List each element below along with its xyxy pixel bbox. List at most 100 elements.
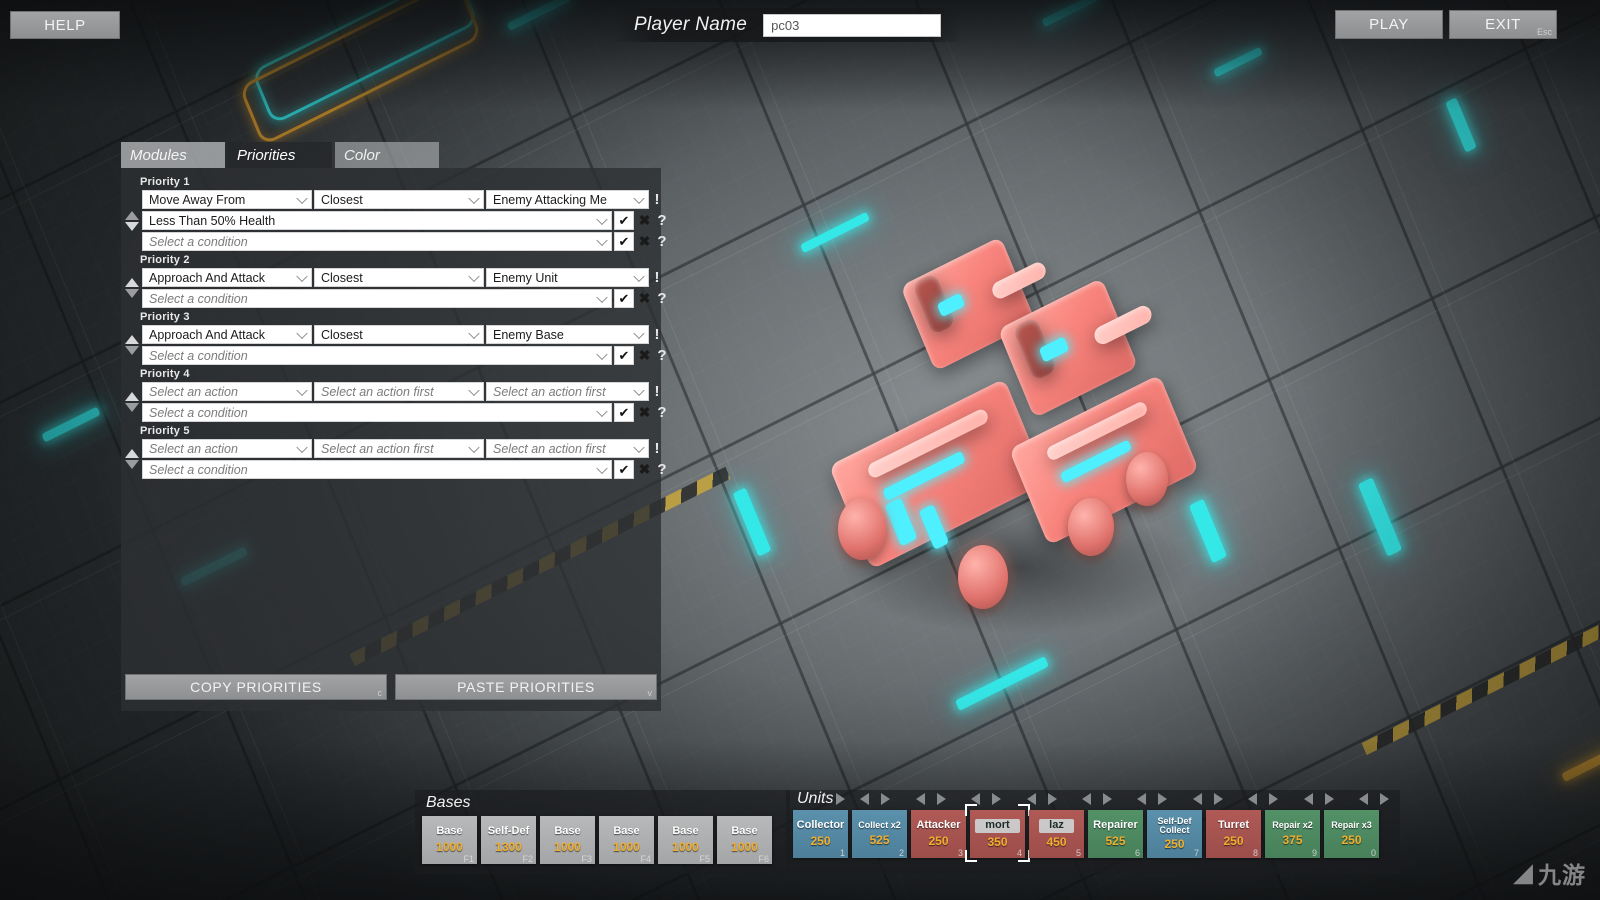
priority-3-condition-1-remove-icon[interactable]: ✖ [636,347,653,364]
tab-color[interactable]: Color [335,142,439,168]
priority-4-warning-icon[interactable]: ! [651,383,663,400]
priority-5-action-select[interactable]: Select an action [142,439,312,458]
unit-4-prev-icon[interactable] [1027,793,1036,805]
unit-5-prev-icon[interactable] [1082,793,1091,805]
priority-1-warning-icon[interactable]: ! [651,191,663,208]
priority-1-condition-2-help-icon[interactable]: ? [655,233,669,250]
priority-5-targetmod-select[interactable]: Select an action first [314,439,484,458]
move-down-icon[interactable] [125,403,139,412]
priority-5-condition-1-help-icon[interactable]: ? [655,461,669,478]
priority-3-condition-1-select[interactable]: Select a condition [142,346,612,365]
move-up-icon[interactable] [125,449,139,458]
priority-2-warning-icon[interactable]: ! [651,269,663,286]
priority-3-target-select[interactable]: Enemy Base [486,325,649,344]
priority-4-condition-1-remove-icon[interactable]: ✖ [636,404,653,421]
play-button[interactable]: PLAY [1335,10,1443,39]
priority-5-target-select[interactable]: Select an action first [486,439,649,458]
priority-2-target-select[interactable]: Enemy Unit [486,268,649,287]
priority-1-condition-1-check-icon[interactable]: ✔ [614,211,634,230]
priority-3-condition-1-help-icon[interactable]: ? [655,347,669,364]
paste-priorities-button[interactable]: PASTE PRIORITIES v [395,674,657,700]
unit-2-next-icon[interactable] [937,793,946,805]
unit-2-prev-icon[interactable] [916,793,925,805]
unit-card-7[interactable]: Self-Def Collect 250 7 [1147,810,1202,858]
priority-3-warning-icon[interactable]: ! [651,326,663,343]
move-down-icon[interactable] [125,222,139,231]
unit-card-8[interactable]: Turret 250 8 [1206,810,1261,858]
priority-2-condition-1-remove-icon[interactable]: ✖ [636,290,653,307]
priority-4-target-select[interactable]: Select an action first [486,382,649,401]
priority-1-condition-1-help-icon[interactable]: ? [655,212,669,229]
player-name-input[interactable] [763,14,941,37]
unit-1-prev-icon[interactable] [860,793,869,805]
move-down-icon[interactable] [125,460,139,469]
priority-1-condition-2-check-icon[interactable]: ✔ [614,232,634,251]
base-card-4[interactable]: Base 1000 F4 [599,816,654,864]
unit-card-10[interactable]: Repair x3 250 0 [1324,810,1379,858]
base-card-6[interactable]: Base 1000 F6 [717,816,772,864]
move-up-icon[interactable] [125,211,139,220]
unit-4-next-icon[interactable] [1048,793,1057,805]
unit-10-next-icon[interactable] [1380,793,1389,805]
priority-4-targetmod-select[interactable]: Select an action first [314,382,484,401]
base-card-5[interactable]: Base 1000 F5 [658,816,713,864]
unit-card-2[interactable]: Collect x2 525 2 [852,810,907,858]
move-down-icon[interactable] [125,346,139,355]
unit-card-9[interactable]: Repair x2 375 9 [1265,810,1320,858]
priority-4-condition-1-check-icon[interactable]: ✔ [614,403,634,422]
unit-card-1[interactable]: Collector 250 1 [793,810,848,858]
priority-1-condition-1-remove-icon[interactable]: ✖ [636,212,653,229]
priority-1-condition-1-select[interactable]: Less Than 50% Health [142,211,612,230]
unit-card-5[interactable]: laz 450 5 [1029,810,1084,858]
unit-8-prev-icon[interactable] [1248,793,1257,805]
unit-7-next-icon[interactable] [1214,793,1223,805]
unit-3-next-icon[interactable] [992,793,1001,805]
unit-10-prev-icon[interactable] [1359,793,1368,805]
copy-priorities-button[interactable]: COPY PRIORITIES c [125,674,387,700]
base-card-1[interactable]: Base 1000 F1 [422,816,477,864]
exit-button[interactable]: EXIT Esc [1449,10,1557,39]
priority-1-condition-2-select[interactable]: Select a condition [142,232,612,251]
unit-9-next-icon[interactable] [1325,793,1334,805]
help-button[interactable]: HELP [10,11,120,39]
move-up-icon[interactable] [125,278,139,287]
unit-5-next-icon[interactable] [1103,793,1112,805]
unit-card-4[interactable]: mort 350 4 [970,810,1025,858]
priority-3-targetmod-select[interactable]: Closest [314,325,484,344]
priority-4-condition-1-select[interactable]: Select a condition [142,403,612,422]
priority-3-condition-1-check-icon[interactable]: ✔ [614,346,634,365]
move-up-icon[interactable] [125,335,139,344]
base-card-2[interactable]: Self-Def 1300 F2 [481,816,536,864]
move-up-icon[interactable] [125,392,139,401]
unit-3-prev-icon[interactable] [971,793,980,805]
priority-2-condition-1-check-icon[interactable]: ✔ [614,289,634,308]
priority-5-condition-1-select[interactable]: Select a condition [142,460,612,479]
units-scroll-right-icon[interactable] [836,793,845,805]
unit-1-next-icon[interactable] [881,793,890,805]
priority-4-action-select[interactable]: Select an action [142,382,312,401]
unit-8-next-icon[interactable] [1269,793,1278,805]
priority-1-targetmod-select[interactable]: Closest [314,190,484,209]
priority-2-condition-1-help-icon[interactable]: ? [655,290,669,307]
unit-6-prev-icon[interactable] [1137,793,1146,805]
priority-2-targetmod-select[interactable]: Closest [314,268,484,287]
priority-5-condition-1-remove-icon[interactable]: ✖ [636,461,653,478]
priority-5-warning-icon[interactable]: ! [651,440,663,457]
priority-1-action-select[interactable]: Move Away From [142,190,312,209]
move-down-icon[interactable] [125,289,139,298]
base-card-3[interactable]: Base 1000 F3 [540,816,595,864]
unit-card-3[interactable]: Attacker 250 3 [911,810,966,858]
priority-3-action-select[interactable]: Approach And Attack [142,325,312,344]
tab-priorities[interactable]: Priorities [228,142,332,168]
unit-card-6[interactable]: Repairer 525 6 [1088,810,1143,858]
unit-6-next-icon[interactable] [1158,793,1167,805]
priority-1-condition-2-remove-icon[interactable]: ✖ [636,233,653,250]
unit-9-prev-icon[interactable] [1304,793,1313,805]
priority-2-action-select[interactable]: Approach And Attack [142,268,312,287]
priority-4-condition-1-help-icon[interactable]: ? [655,404,669,421]
priority-5-condition-1-check-icon[interactable]: ✔ [614,460,634,479]
unit-7-prev-icon[interactable] [1193,793,1202,805]
priority-1-target-select[interactable]: Enemy Attacking Me [486,190,649,209]
tab-modules[interactable]: Modules [121,142,225,168]
priority-2-condition-1-select[interactable]: Select a condition [142,289,612,308]
